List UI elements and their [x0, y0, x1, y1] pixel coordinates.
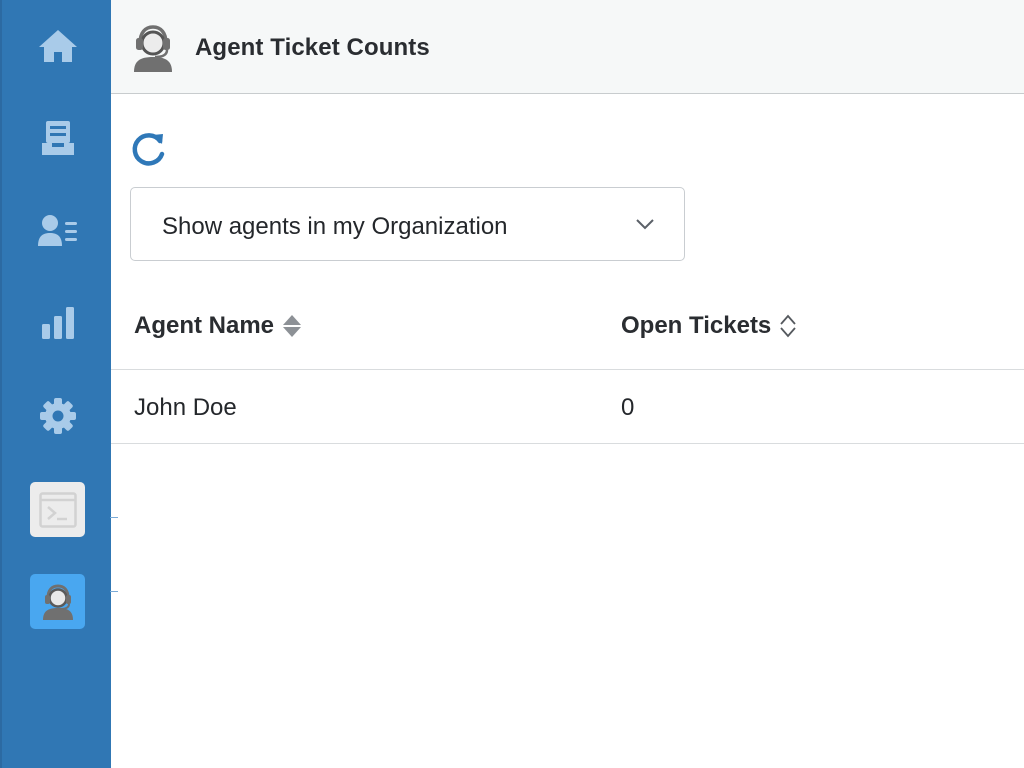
column-header-open-tickets[interactable]: Open Tickets: [621, 312, 797, 340]
sort-icon: [780, 314, 796, 338]
sidebar-item-contacts[interactable]: [2, 201, 113, 261]
sidebar-divider: [110, 591, 118, 592]
contact-list-icon: [37, 215, 77, 246]
table-header-divider: [111, 369, 1024, 370]
sidebar-app-console[interactable]: [30, 482, 85, 537]
table-cell-open-tickets: 0: [621, 394, 635, 421]
inbox-tray-icon: [41, 121, 74, 155]
sidebar-item-home[interactable]: [2, 16, 113, 76]
table-row-divider: [111, 443, 1024, 444]
refresh-icon[interactable]: [129, 130, 167, 168]
agent-headset-icon: [42, 583, 73, 620]
sidebar-item-settings[interactable]: [2, 386, 113, 446]
column-header-label: Agent Name: [134, 312, 275, 339]
filter-selected-value: Show agents in my Organization: [162, 213, 508, 240]
sidebar-item-inbox[interactable]: [2, 108, 113, 168]
page-header: Agent Ticket Counts: [111, 0, 1024, 94]
sort-icon: [283, 315, 302, 337]
organization-filter-select[interactable]: Show agents in my Organization: [130, 187, 685, 261]
bar-chart-icon: [41, 307, 74, 339]
sidebar-item-reports[interactable]: [2, 293, 113, 353]
sidebar-divider: [110, 517, 118, 518]
sidebar-app-agent-ticket-counts[interactable]: [30, 574, 85, 629]
column-header-agent-name[interactable]: Agent Name: [134, 312, 302, 340]
page-title: Agent Ticket Counts: [195, 34, 430, 61]
chevron-down-icon: [636, 219, 654, 230]
column-header-label: Open Tickets: [621, 312, 772, 339]
terminal-icon: [38, 491, 77, 528]
gear-icon: [39, 398, 76, 434]
sidebar: [0, 0, 118, 768]
agent-headset-icon: [134, 25, 172, 72]
table-cell-agent-name: John Doe: [134, 394, 237, 421]
home-icon: [38, 30, 77, 62]
